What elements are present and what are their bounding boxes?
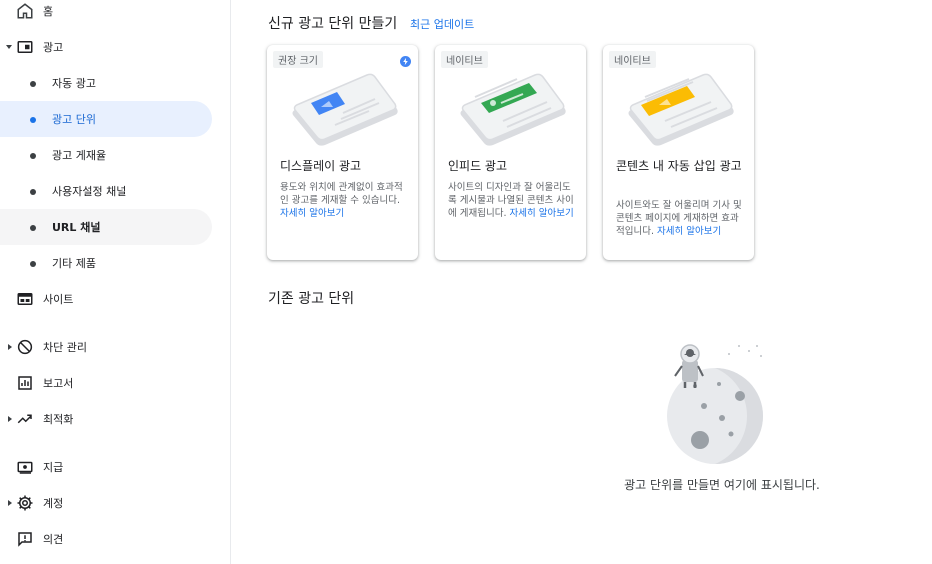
card-description: 사이트의 디자인과 잘 어울리도록 게시물과 나열된 콘텐츠 사이에 게재됩니다… xyxy=(448,181,576,220)
sidebar-item-label: 사용자설정 채널 xyxy=(52,185,127,198)
card-description-text: 용도와 위치에 관계없이 효과적인 광고를 게재할 수 있습니다. xyxy=(280,182,403,206)
sidebar-item-label: 홈 xyxy=(43,5,54,18)
ads-icon xyxy=(16,38,34,56)
main-content: 신규 광고 단위 만들기 최근 업데이트 권장 크기 디스플레이 광고 용도와 … xyxy=(232,0,932,564)
sidebar-item-label: 자동 광고 xyxy=(52,77,96,90)
sidebar-item-label: 최적화 xyxy=(43,413,74,426)
sidebar-item-custom-channels[interactable]: 사용자설정 채널 xyxy=(0,173,212,209)
new-ad-units-title: 신규 광고 단위 만들기 xyxy=(268,16,398,32)
sidebar-item-ad-units[interactable]: 광고 단위 xyxy=(0,101,212,137)
display-ad-illustration xyxy=(279,71,405,151)
empty-state-text: 광고 단위를 만들면 여기에 표시됩니다. xyxy=(624,478,820,492)
caret-right-icon xyxy=(5,498,13,508)
sidebar-item-home[interactable]: 홈 xyxy=(0,0,231,29)
bullet-icon xyxy=(30,153,36,159)
sites-icon xyxy=(16,290,34,308)
native-chip: 네이티브 xyxy=(441,51,488,68)
recent-updates-link[interactable]: 최근 업데이트 xyxy=(410,16,474,32)
optimization-icon xyxy=(16,410,34,428)
sidebar-item-label: 광고 xyxy=(43,41,64,54)
block-icon xyxy=(16,338,34,356)
in-article-ads-card[interactable]: 네이티브 콘텐츠 내 자동 삽입 광고 사이트와도 잘 어울리며 기사 및 콘텐… xyxy=(603,45,754,260)
sidebar-item-label: 의견 xyxy=(43,533,64,546)
gear-icon xyxy=(16,494,34,512)
sidebar-item-ad-serving[interactable]: 광고 게재율 xyxy=(0,137,212,173)
bullet-icon xyxy=(30,261,36,267)
in-feed-ad-illustration xyxy=(447,71,573,151)
card-title: 콘텐츠 내 자동 삽입 광고 xyxy=(616,159,742,173)
card-title: 디스플레이 광고 xyxy=(280,159,362,173)
bullet-icon xyxy=(30,189,36,195)
learn-more-link[interactable]: 자세히 알아보기 xyxy=(510,208,574,219)
sidebar: 홈 광고 자동 광고 광고 단위 광고 게재율 사용자설정 채널 URL 채널 … xyxy=(0,0,231,564)
sidebar-item-optimization[interactable]: 최적화 xyxy=(0,401,231,437)
sidebar-item-payments[interactable]: 지급 xyxy=(0,449,231,485)
empty-state-illustration xyxy=(665,336,775,468)
in-article-ad-illustration xyxy=(615,71,741,151)
caret-right-icon xyxy=(5,342,13,352)
learn-more-link[interactable]: 자세히 알아보기 xyxy=(280,208,344,219)
sidebar-item-label: 광고 단위 xyxy=(52,113,96,126)
recommended-size-chip: 권장 크기 xyxy=(273,51,323,68)
sidebar-item-url-channels[interactable]: URL 채널 xyxy=(0,209,212,245)
card-description: 사이트와도 잘 어울리며 기사 및 콘텐츠 페이지에 게재하면 효과적입니다. … xyxy=(616,199,744,238)
display-ads-card[interactable]: 권장 크기 디스플레이 광고 용도와 위치에 관계없이 효과적인 광고를 게재할… xyxy=(267,45,418,260)
reports-icon xyxy=(16,374,34,392)
in-feed-ads-card[interactable]: 네이티브 인피드 광고 사이트의 디자인과 잘 어울리도록 게시물과 나열된 콘… xyxy=(435,45,586,260)
sidebar-item-account[interactable]: 계정 xyxy=(0,485,231,521)
bullet-icon xyxy=(30,117,36,123)
sidebar-item-ads[interactable]: 광고 xyxy=(0,29,231,65)
caret-down-icon xyxy=(5,42,13,52)
sidebar-item-auto-ads[interactable]: 자동 광고 xyxy=(0,65,212,101)
sidebar-item-label: 지급 xyxy=(43,461,64,474)
native-chip: 네이티브 xyxy=(609,51,656,68)
home-icon xyxy=(16,2,34,20)
sidebar-item-label: 차단 관리 xyxy=(43,341,87,354)
sidebar-item-feedback[interactable]: 의견 xyxy=(0,521,231,557)
bullet-icon xyxy=(30,81,36,87)
bullet-icon xyxy=(30,225,36,231)
existing-ad-units-title: 기존 광고 단위 xyxy=(268,291,355,307)
sidebar-item-other-products[interactable]: 기타 제품 xyxy=(0,245,212,281)
card-description: 용도와 위치에 관계없이 효과적인 광고를 게재할 수 있습니다. 자세히 알아… xyxy=(280,181,408,220)
learn-more-link[interactable]: 자세히 알아보기 xyxy=(657,226,721,237)
sidebar-item-label: 사이트 xyxy=(43,293,74,306)
card-title: 인피드 광고 xyxy=(448,159,508,173)
sidebar-item-label: 보고서 xyxy=(43,377,74,390)
feedback-icon xyxy=(16,530,34,548)
bolt-icon xyxy=(400,52,411,67)
payments-icon xyxy=(16,458,34,476)
sidebar-item-blocking-controls[interactable]: 차단 관리 xyxy=(0,329,231,365)
sidebar-item-sites[interactable]: 사이트 xyxy=(0,281,231,317)
sidebar-item-label: 기타 제품 xyxy=(52,257,96,270)
sidebar-item-label: URL 채널 xyxy=(52,221,101,234)
sidebar-item-label: 광고 게재율 xyxy=(52,149,107,162)
sidebar-item-label: 계정 xyxy=(43,497,64,510)
caret-right-icon xyxy=(5,414,13,424)
sidebar-item-reports[interactable]: 보고서 xyxy=(0,365,231,401)
